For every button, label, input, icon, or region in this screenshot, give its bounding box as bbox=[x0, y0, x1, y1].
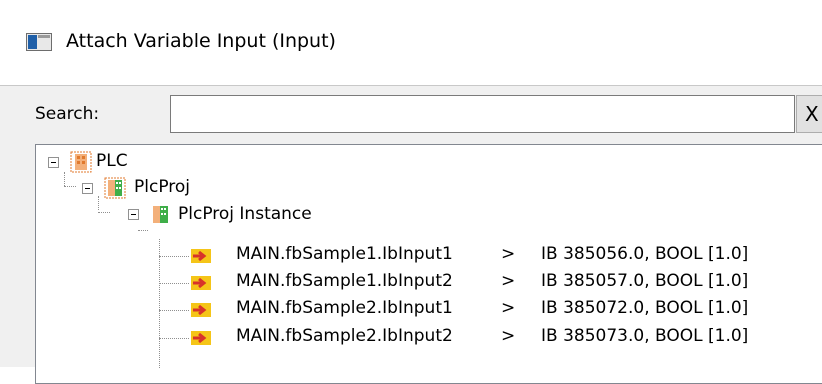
title-bar[interactable]: Attach Variable Input (Input) bbox=[0, 0, 822, 86]
mapping-arrow: > bbox=[501, 271, 516, 291]
variable-mapping: IB 385056.0, BOOL [1.0] bbox=[541, 244, 749, 264]
collapse-icon[interactable] bbox=[82, 183, 93, 194]
tree-variable-row[interactable]: MAIN.fbSample2.IbInput2 > IB 385073.0, B… bbox=[36, 326, 796, 352]
input-variable-icon bbox=[191, 303, 211, 317]
collapse-icon[interactable] bbox=[128, 209, 139, 220]
mapping-arrow: > bbox=[501, 298, 516, 318]
attach-variable-dialog: Attach Variable Input (Input) Search: X … bbox=[0, 0, 822, 384]
window-title: Attach Variable Input (Input) bbox=[66, 30, 336, 52]
variable-tree[interactable]: PLC PlcProj PlcProj Instance MAIN.fbSamp… bbox=[35, 144, 822, 384]
plc-project-icon bbox=[104, 177, 126, 199]
collapse-icon[interactable] bbox=[48, 157, 59, 168]
search-input[interactable] bbox=[170, 95, 795, 133]
mapping-arrow: > bbox=[501, 326, 516, 346]
plc-icon bbox=[70, 151, 92, 173]
tree-node-label: PlcProj Instance bbox=[178, 204, 312, 224]
tree-node-plc[interactable]: PLC bbox=[36, 149, 796, 175]
variable-mapping: IB 385072.0, BOOL [1.0] bbox=[541, 298, 749, 318]
variable-name: MAIN.fbSample2.IbInput2 bbox=[236, 326, 453, 346]
input-variable-icon bbox=[191, 249, 211, 263]
tree-variable-row[interactable]: MAIN.fbSample2.IbInput1 > IB 385072.0, B… bbox=[36, 298, 796, 324]
input-variable-icon bbox=[191, 276, 211, 290]
tree-variable-row[interactable]: MAIN.fbSample1.IbInput2 > IB 385057.0, B… bbox=[36, 271, 796, 297]
clear-search-button[interactable]: X bbox=[796, 95, 822, 133]
tree-node-label: PLC bbox=[96, 151, 128, 171]
window-icon bbox=[26, 33, 52, 51]
tree-node-plcproj-instance[interactable]: PlcProj Instance bbox=[36, 201, 796, 227]
variable-name: MAIN.fbSample2.IbInput1 bbox=[236, 298, 453, 318]
mapping-arrow: > bbox=[501, 244, 516, 264]
variable-mapping: IB 385057.0, BOOL [1.0] bbox=[541, 271, 749, 291]
tree-variable-row[interactable]: MAIN.fbSample1.IbInput1 > IB 385056.0, B… bbox=[36, 244, 796, 270]
tree-connector bbox=[138, 230, 148, 231]
variable-name: MAIN.fbSample1.IbInput1 bbox=[236, 244, 453, 264]
variable-mapping: IB 385073.0, BOOL [1.0] bbox=[541, 326, 749, 346]
search-label: Search: bbox=[35, 104, 100, 124]
input-variable-icon bbox=[191, 331, 211, 345]
tree-node-label: PlcProj bbox=[134, 177, 191, 197]
tree-node-plcproj[interactable]: PlcProj bbox=[36, 175, 796, 201]
plc-instance-icon bbox=[153, 206, 168, 223]
variable-name: MAIN.fbSample1.IbInput2 bbox=[236, 271, 453, 291]
